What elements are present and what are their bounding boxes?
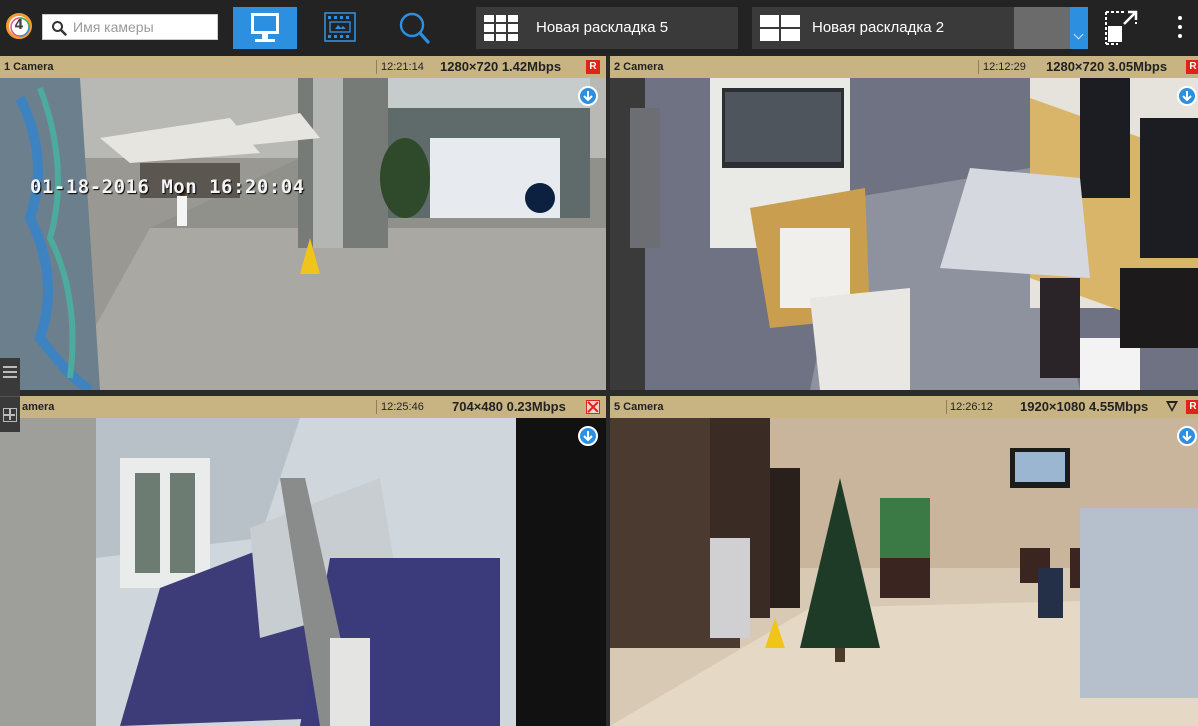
- divider: [978, 60, 979, 74]
- camera-3-frame: [0, 418, 606, 726]
- camera-3-stream-info: 704×480 0.23Mbps: [452, 399, 566, 414]
- camera-3-video[interactable]: [0, 418, 606, 726]
- camera-search-input[interactable]: [73, 15, 213, 39]
- search-icon: [52, 21, 67, 36]
- camera-5-name: 5 Camera: [614, 401, 664, 413]
- divider: [946, 400, 947, 414]
- camera-1-rec-indicator[interactable]: R: [586, 60, 600, 74]
- camera-5-frame: [610, 418, 1198, 726]
- download-arrow-icon: [583, 431, 593, 442]
- layout-tab-1[interactable]: Новая раскладка 5: [476, 7, 738, 49]
- left-side-panel: [0, 358, 20, 432]
- camera-3-rec-off-indicator[interactable]: [586, 400, 600, 414]
- camera-5-video[interactable]: [610, 418, 1198, 726]
- camera-3-time: 12:25:46: [381, 401, 424, 413]
- layout-grid-3x3-icon: [484, 15, 518, 41]
- main-menu-button[interactable]: [1168, 10, 1192, 46]
- camera-3-header: amera 12:25:46 704×480 0.23Mbps: [0, 396, 606, 418]
- app-logo[interactable]: 4: [6, 13, 32, 39]
- divider: [376, 60, 377, 74]
- camera-1-name: 1 Camera: [4, 61, 54, 73]
- magnifier-icon: [399, 12, 430, 44]
- camera-search-field[interactable]: [42, 14, 218, 40]
- hamburger-menu-icon[interactable]: [3, 365, 17, 379]
- film-icon: [324, 12, 356, 42]
- monitor-icon: [251, 13, 279, 42]
- camera-tile-2[interactable]: 2 Camera 12:12:29 1280×720 3.05Mbps R: [610, 56, 1198, 390]
- logo-digit: 4: [14, 18, 24, 33]
- camera-tile-5[interactable]: 5 Camera 12:26:12 1920×1080 4.55Mbps R: [610, 396, 1198, 726]
- camera-5-stream-info: 1920×1080 4.55Mbps: [1020, 399, 1149, 414]
- camera-2-download-button[interactable]: [1177, 86, 1197, 106]
- camera-5-rec-indicator[interactable]: R: [1186, 400, 1198, 414]
- camera-1-header: 1 Camera 12:21:14 1280×720 1.42Mbps R: [0, 56, 606, 78]
- layout-grid-icon[interactable]: [3, 408, 17, 422]
- camera-5-header: 5 Camera 12:26:12 1920×1080 4.55Mbps R: [610, 396, 1198, 418]
- panel-divider: [0, 396, 20, 397]
- fullscreen-icon: [1105, 10, 1138, 45]
- camera-2-video[interactable]: [610, 78, 1198, 390]
- layout-tab-2-label: Новая раскладка 2: [812, 19, 945, 36]
- archive-mode-button[interactable]: [308, 7, 372, 49]
- search-mode-button[interactable]: [384, 7, 448, 49]
- camera-1-download-button[interactable]: [578, 86, 598, 106]
- layout-tab-1-label: Новая раскладка 5: [536, 19, 669, 36]
- camera-1-osd-timestamp: 01-18-2016 Mon 16:20:04: [30, 176, 305, 198]
- camera-tile-3[interactable]: amera 12:25:46 704×480 0.23Mbps: [0, 396, 606, 726]
- camera-5-download-button[interactable]: [1177, 426, 1197, 446]
- live-mode-button[interactable]: [233, 7, 297, 49]
- camera-1-stream-info: 1280×720 1.42Mbps: [440, 59, 562, 74]
- download-arrow-icon: [1182, 91, 1192, 102]
- camera-2-time: 12:12:29: [983, 61, 1026, 73]
- camera-1-time: 12:21:14: [381, 61, 424, 73]
- camera-3-download-button[interactable]: [578, 426, 598, 446]
- camera-1-video[interactable]: 01-18-2016 Mon 16:20:04: [0, 78, 606, 390]
- camera-2-rec-indicator[interactable]: R: [1186, 60, 1198, 74]
- divider: [376, 400, 377, 414]
- fullscreen-button[interactable]: [1102, 8, 1142, 48]
- layout-tab-partial[interactable]: [1014, 7, 1070, 49]
- camera-2-stream-info: 1280×720 3.05Mbps: [1046, 59, 1168, 74]
- layout-tab-2[interactable]: Новая раскладка 2: [752, 7, 1014, 49]
- download-arrow-icon: [583, 91, 593, 102]
- camera-2-header: 2 Camera 12:12:29 1280×720 3.05Mbps R: [610, 56, 1198, 78]
- top-toolbar: 4 Имя камеры Новая раскладка 5 Новая рас…: [0, 0, 1198, 56]
- camera-2-frame: [610, 78, 1198, 390]
- layouts-dropdown-button[interactable]: [1070, 7, 1088, 49]
- camera-3-name: amera: [22, 401, 55, 413]
- camera-5-time: 12:26:12: [950, 401, 993, 413]
- camera-1-frame: [0, 78, 606, 390]
- filter-triangle-icon[interactable]: [1166, 401, 1178, 412]
- camera-2-name: 2 Camera: [614, 61, 664, 73]
- download-arrow-icon: [1182, 431, 1192, 442]
- chevron-down-icon: [1073, 29, 1084, 40]
- camera-tile-1[interactable]: 1 Camera 12:21:14 1280×720 1.42Mbps R 01…: [0, 56, 606, 390]
- layout-grid-2x2-icon: [760, 15, 800, 41]
